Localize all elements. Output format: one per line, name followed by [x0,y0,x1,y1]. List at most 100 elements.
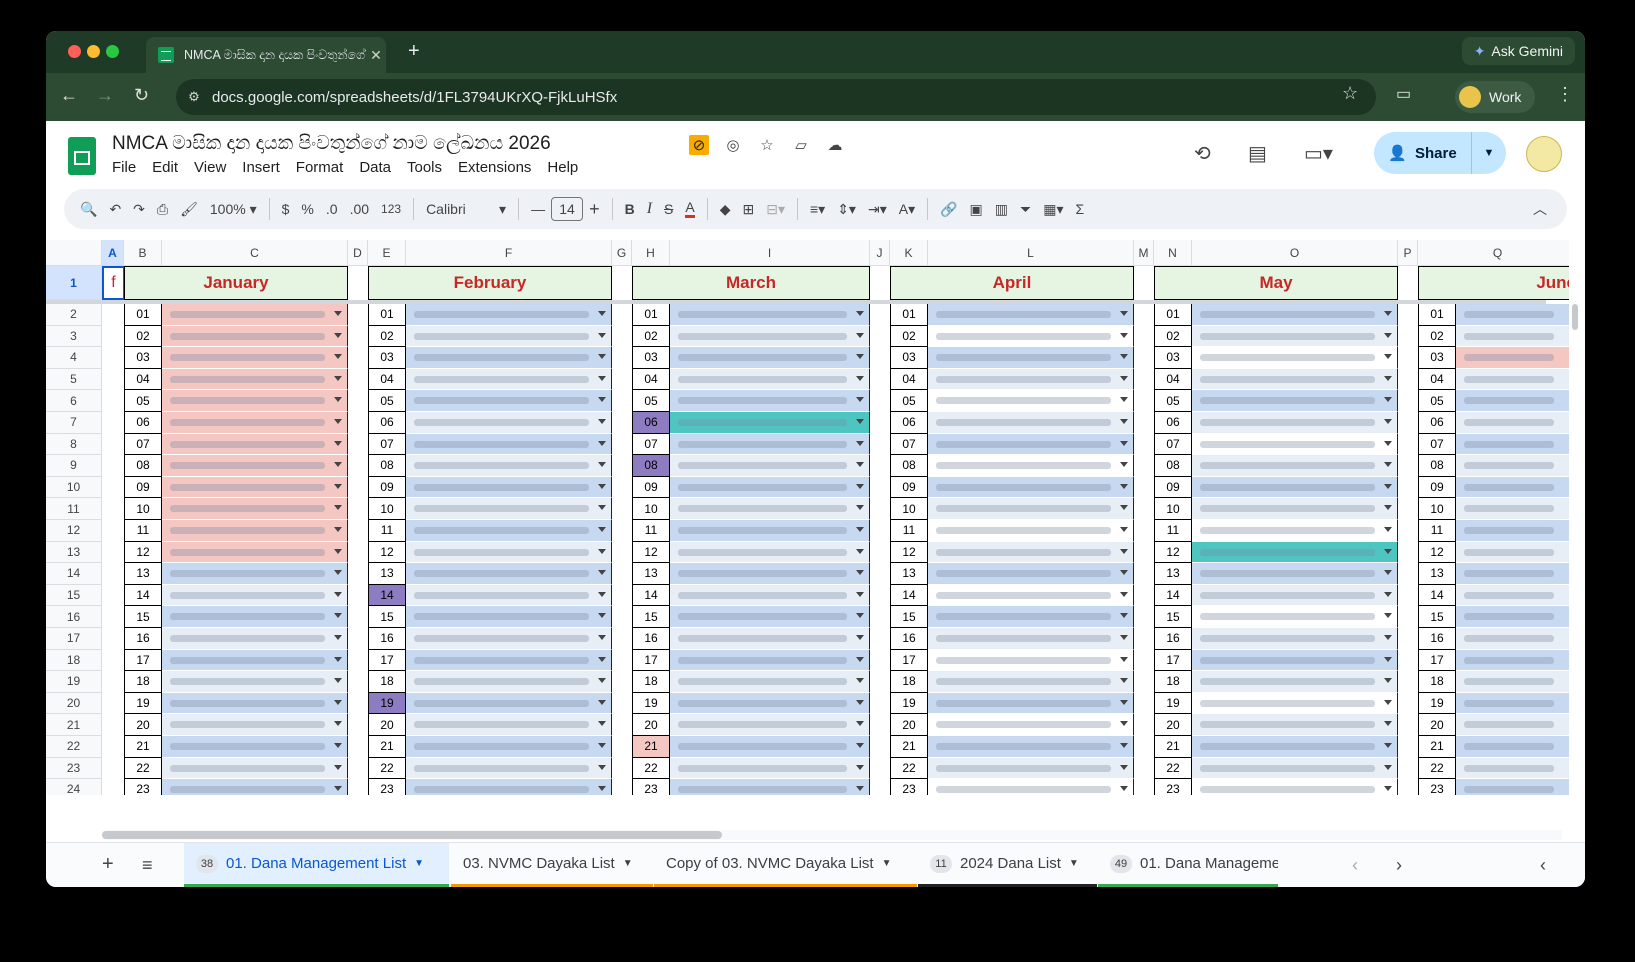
zoom-select[interactable]: 100% ▾ [204,195,263,223]
dropdown-arrow-icon[interactable] [1120,505,1128,511]
row-header-3[interactable]: 3 [46,325,102,348]
dropdown-arrow-icon[interactable] [856,656,864,662]
dropdown-arrow-icon[interactable] [856,591,864,597]
day-number-cell[interactable]: 11 [368,520,406,542]
dropdown-arrow-icon[interactable] [1384,311,1392,316]
dayaka-name-dropdown[interactable] [1456,325,1569,348]
account-avatar[interactable] [1526,136,1562,172]
increase-font-size-button[interactable]: + [583,195,606,223]
dropdown-arrow-icon[interactable] [1120,419,1128,424]
row-header-19[interactable]: 19 [46,671,102,693]
dayaka-name-dropdown[interactable] [406,563,612,585]
day-number-cell[interactable]: 18 [1154,671,1192,693]
dayaka-name-dropdown[interactable] [162,714,348,736]
dayaka-name-dropdown[interactable] [1456,779,1569,795]
day-number-cell[interactable]: 10 [1418,498,1456,520]
day-number-cell[interactable]: 16 [890,628,928,650]
day-number-cell[interactable]: 22 [1418,757,1456,780]
dayaka-name-dropdown[interactable] [1456,304,1569,326]
dropdown-arrow-icon[interactable] [598,397,606,403]
dayaka-name-dropdown[interactable] [928,325,1134,348]
day-number-cell[interactable]: 08 [1154,455,1192,477]
day-number-cell[interactable]: 11 [124,520,162,542]
dropdown-arrow-icon[interactable] [1384,764,1392,770]
day-number-cell[interactable]: 18 [124,671,162,693]
dayaka-name-dropdown[interactable] [670,541,870,564]
day-number-cell[interactable]: 13 [124,563,162,585]
day-number-cell[interactable]: 16 [368,628,406,650]
dayaka-name-dropdown[interactable] [406,476,612,499]
dayaka-name-dropdown[interactable] [1192,412,1398,434]
dayaka-name-dropdown[interactable] [1456,584,1569,607]
dropdown-arrow-icon[interactable] [1120,397,1128,403]
dayaka-name-dropdown[interactable] [1456,455,1569,477]
dropdown-arrow-icon[interactable] [1120,311,1128,316]
menu-edit[interactable]: Edit [152,159,178,176]
dayaka-name-dropdown[interactable] [1192,455,1398,477]
day-number-cell[interactable]: 20 [632,714,670,736]
dropdown-arrow-icon[interactable] [1384,419,1392,424]
day-number-cell[interactable]: 18 [890,671,928,693]
dropdown-arrow-icon[interactable] [598,483,606,489]
dropdown-arrow-icon[interactable] [1384,527,1392,532]
dayaka-name-dropdown[interactable] [1192,649,1398,672]
dropdown-arrow-icon[interactable] [1384,743,1392,748]
dayaka-name-dropdown[interactable] [1192,347,1398,369]
dayaka-name-dropdown[interactable] [670,714,870,736]
close-tab-icon[interactable]: ✕ [366,47,386,64]
day-number-cell[interactable]: 09 [1418,476,1456,499]
dropdown-arrow-icon[interactable] [856,332,864,338]
column-header-q[interactable]: Q [1418,240,1569,266]
dropdown-arrow-icon[interactable] [598,721,606,727]
dropdown-arrow-icon[interactable] [1384,548,1392,554]
dropdown-arrow-icon[interactable] [334,462,342,468]
dayaka-name-dropdown[interactable] [670,455,870,477]
day-number-cell[interactable]: 11 [1154,520,1192,542]
column-header-h[interactable]: H [632,240,670,266]
browser-menu-icon[interactable]: ⋮ [1556,84,1574,105]
row-header-9[interactable]: 9 [46,455,102,477]
dayaka-name-dropdown[interactable] [162,368,348,391]
dropdown-arrow-icon[interactable] [334,786,342,792]
sheet-tab-1[interactable]: 38 01. Dana Management List ▼ [184,843,449,887]
dropdown-arrow-icon[interactable] [1384,375,1392,381]
month-header-march[interactable]: March [632,266,870,300]
filter-views-icon[interactable]: ▦▾ [1037,195,1069,223]
day-number-cell[interactable]: 08 [368,455,406,477]
profile-button[interactable]: Work [1455,81,1536,113]
dayaka-name-dropdown[interactable] [1456,714,1569,736]
day-number-cell[interactable]: 09 [890,476,928,499]
column-header-l[interactable]: L [928,240,1134,266]
dropdown-arrow-icon[interactable] [334,375,342,381]
day-number-cell[interactable]: 21 [1154,736,1192,758]
day-number-cell[interactable]: 01 [1154,304,1192,326]
dayaka-name-dropdown[interactable] [162,347,348,369]
dayaka-name-dropdown[interactable] [670,520,870,542]
dayaka-name-dropdown[interactable] [162,520,348,542]
column-header-g[interactable]: G [612,240,632,266]
font-size-input[interactable]: 14 [551,197,584,221]
dropdown-arrow-icon[interactable] [1384,721,1392,727]
dropdown-arrow-icon[interactable] [598,419,606,424]
dropdown-arrow-icon[interactable] [1384,462,1392,468]
dayaka-name-dropdown[interactable] [406,671,612,693]
document-title[interactable]: NMCA මාසික දාන දායක පිංවතුන්ගේ නාම ලේඛනය… [112,133,551,155]
sheet-tab-4[interactable]: 11 2024 Dana List ▼ [918,843,1097,887]
day-number-cell[interactable]: 12 [890,541,928,564]
month-header-april[interactable]: April [890,266,1134,300]
day-number-cell[interactable]: 12 [1418,541,1456,564]
dayaka-name-dropdown[interactable] [670,692,870,715]
dayaka-name-dropdown[interactable] [162,757,348,780]
day-number-cell[interactable]: 18 [632,671,670,693]
dayaka-name-dropdown[interactable] [670,736,870,758]
day-number-cell[interactable]: 04 [890,368,928,391]
day-number-cell[interactable]: 22 [368,757,406,780]
dropdown-arrow-icon[interactable] [1120,743,1128,748]
row-header-22[interactable]: 22 [46,736,102,758]
dayaka-name-dropdown[interactable] [928,390,1134,412]
day-number-cell[interactable]: 17 [368,649,406,672]
dayaka-name-dropdown[interactable] [406,325,612,348]
dayaka-name-dropdown[interactable] [928,368,1134,391]
dropdown-arrow-icon[interactable] [598,311,606,316]
row-header-11[interactable]: 11 [46,498,102,520]
